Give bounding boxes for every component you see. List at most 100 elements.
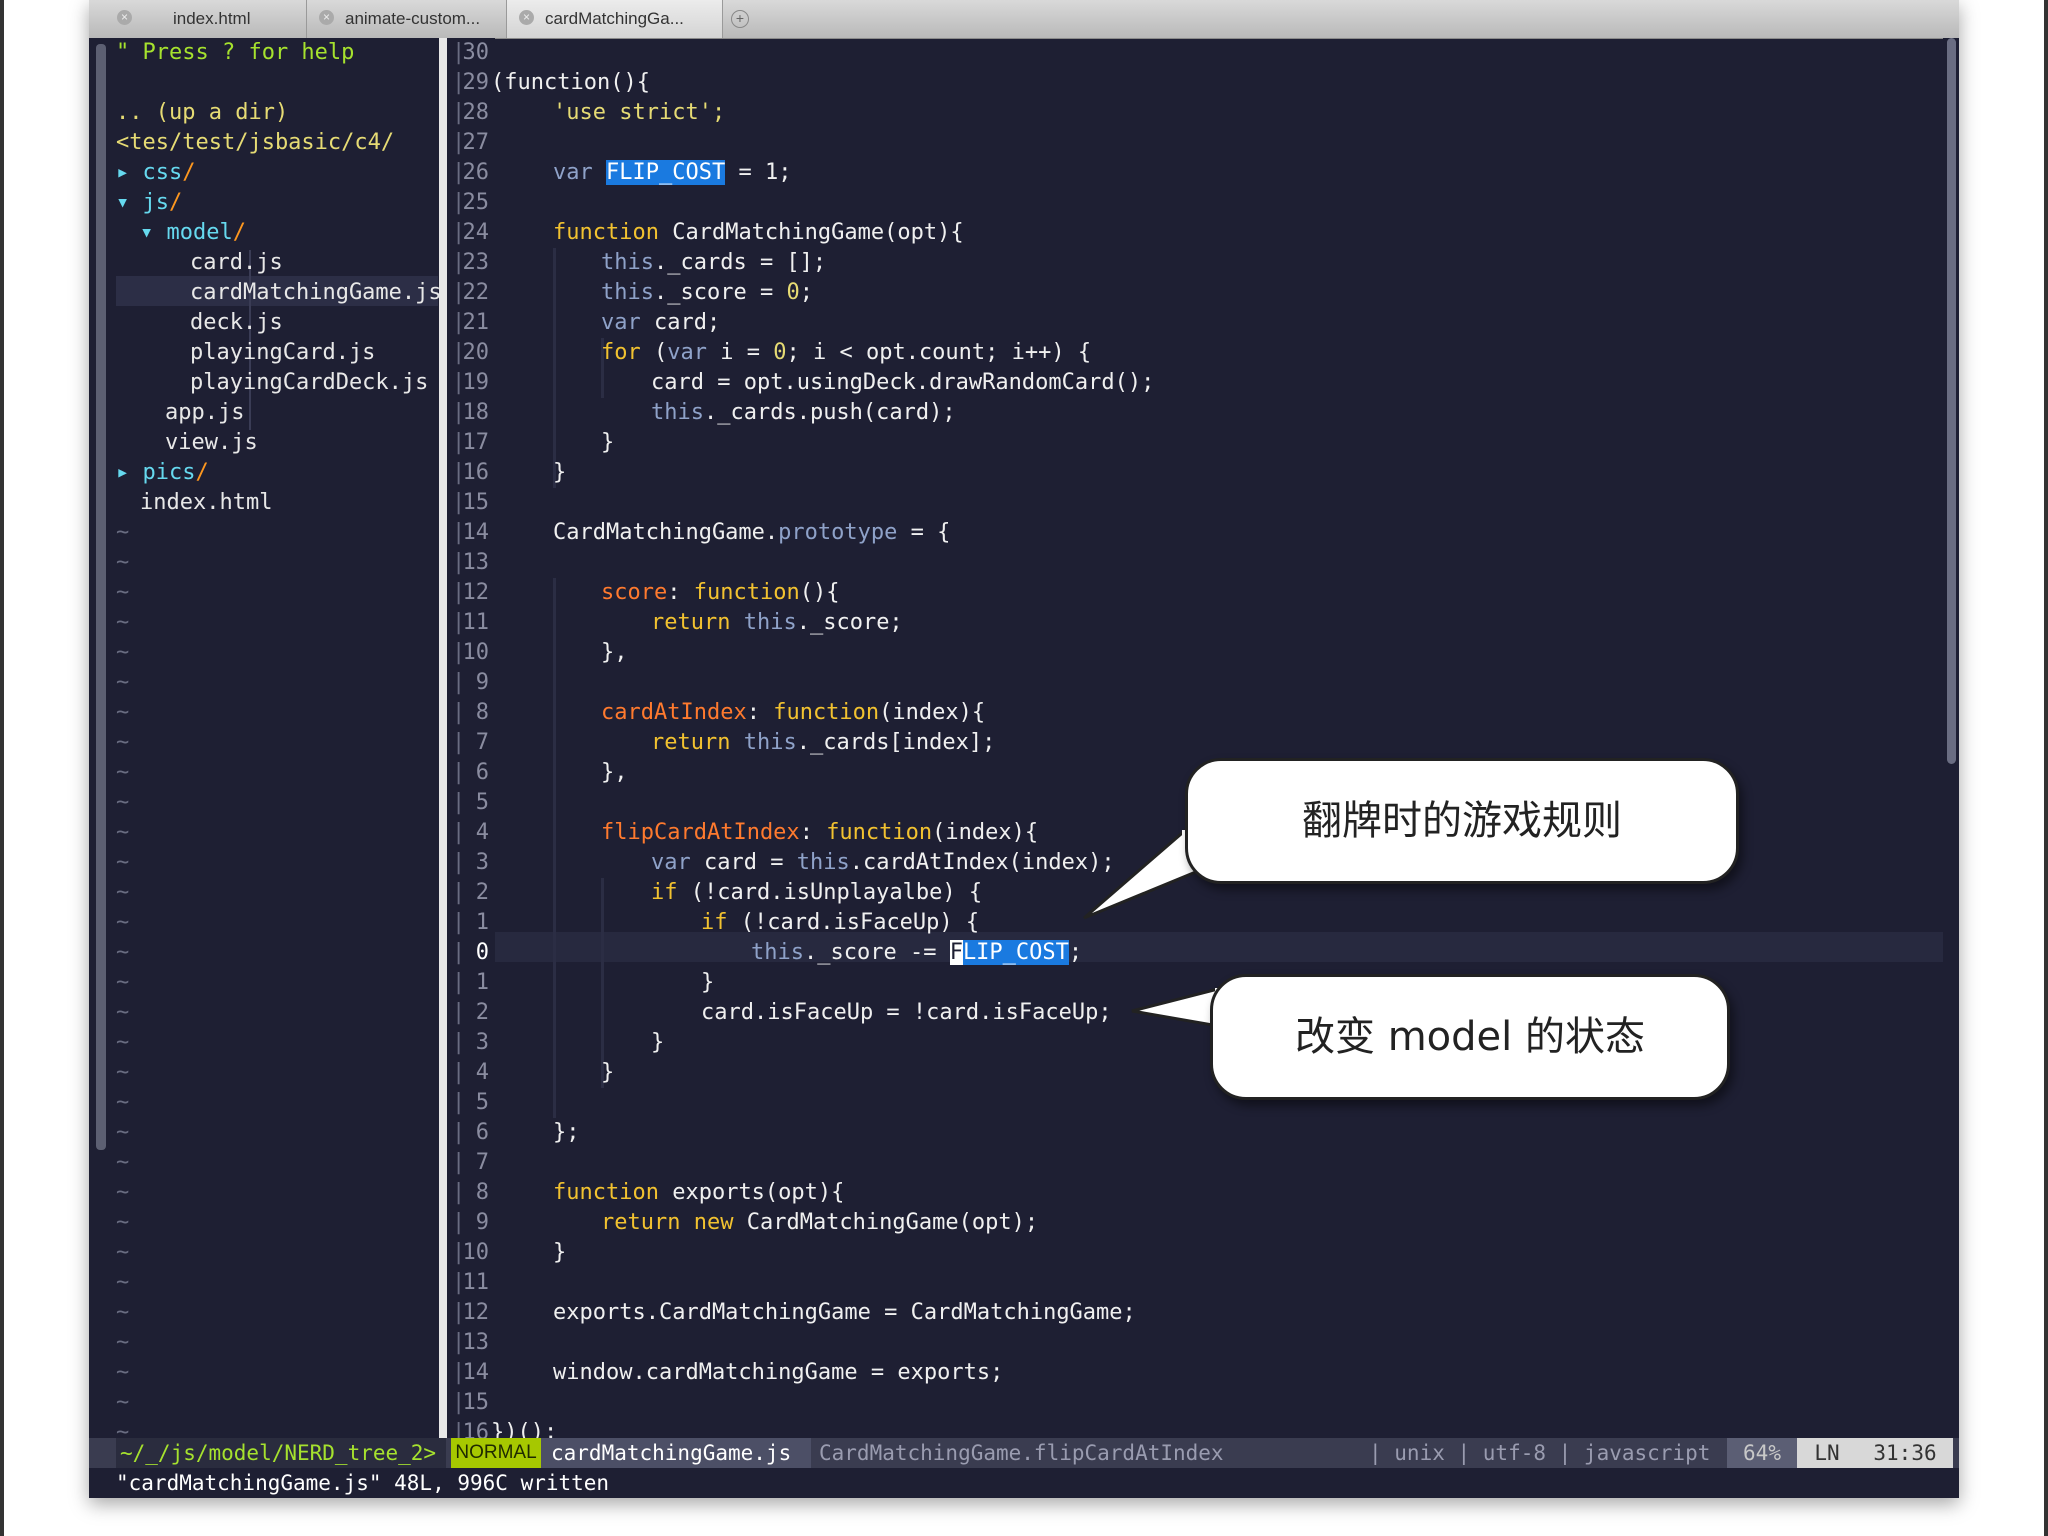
tab-card-matching-game[interactable]: × cardMatchingGa... <box>507 0 723 38</box>
gutter-bar: | <box>452 1120 466 1145</box>
line-number: | 12 <box>447 578 495 608</box>
code-line: return new CardMatchingGame(opt); <box>601 1210 1039 1235</box>
gutter-bar: | <box>452 1210 466 1235</box>
tree-file-app[interactable]: app.js <box>165 398 244 428</box>
code-line: var card = this.cardAtIndex(index); <box>651 850 1115 875</box>
empty-line-tilde: ~ <box>116 610 130 635</box>
code-line: var FLIP_COST = 1; <box>553 160 792 185</box>
tab-close-icon[interactable]: × <box>117 10 132 25</box>
empty-line-tilde: ~ <box>116 1030 130 1055</box>
code-line: this._cards = []; <box>601 250 827 275</box>
empty-line-tilde: ~ <box>116 850 130 875</box>
tree-file-index-html[interactable]: index.html <box>140 488 272 518</box>
line-number: | 25 <box>447 188 495 218</box>
code-line: CardMatchingGame.prototype = { <box>553 520 951 545</box>
line-number: | 4 <box>447 818 495 848</box>
indent-guide <box>601 878 604 1088</box>
line-number-value: 9 <box>475 670 489 695</box>
empty-line-tilde: ~ <box>116 670 130 695</box>
line-number-value: 1 <box>475 970 489 995</box>
tree-file-card-matching-game[interactable]: cardMatchingGame.js <box>190 278 442 308</box>
tab-index-html[interactable]: × index.html <box>89 0 307 38</box>
line-number: | 23 <box>447 248 495 278</box>
tab-label: animate-custom... <box>345 9 481 28</box>
status-cursor-position: 31:36 <box>1857 1438 1953 1468</box>
line-number-value: 23 <box>462 250 490 275</box>
folder-open-icon: ▾ <box>116 190 130 215</box>
gutter-bar: | <box>452 850 466 875</box>
code-line: window.cardMatchingGame = exports; <box>553 1360 1004 1385</box>
code-editor[interactable]: (function(){ 'use strict'; var FLIP_COST… <box>491 38 1945 1445</box>
editor-scrollbar[interactable] <box>1943 38 1959 1438</box>
line-number: | 26 <box>447 158 495 188</box>
line-number: | 11 <box>447 608 495 638</box>
tree-folder-pics[interactable]: ▸ pics/ <box>116 458 209 488</box>
code-line: exports.CardMatchingGame = CardMatchingG… <box>553 1300 1136 1325</box>
status-filename: cardMatchingGame.js <box>541 1438 811 1468</box>
status-ln-label: LN <box>1797 1438 1857 1468</box>
line-number: | 5 <box>447 788 495 818</box>
tree-file-playing-card[interactable]: playingCard.js <box>190 338 375 368</box>
line-number: | 13 <box>447 1328 495 1358</box>
code-line: this._cards.push(card); <box>651 400 956 425</box>
gutter-bar: | <box>452 820 466 845</box>
search-highlight: LIP_COST <box>962 940 1069 965</box>
line-number: | 2 <box>447 998 495 1028</box>
gutter-bar: | <box>452 1060 466 1085</box>
scrollbar-thumb[interactable] <box>1947 38 1956 764</box>
line-number: | 12 <box>447 1298 495 1328</box>
nerdtree-root-path: <tes/test/jsbasic/c4/ <box>116 130 395 155</box>
code-line: return this._cards[index]; <box>651 730 996 755</box>
line-number-value: 19 <box>462 370 490 395</box>
gutter-bar: | <box>452 1000 466 1025</box>
line-number: | 13 <box>447 548 495 578</box>
status-line: ~/_/js/model/NERD_tree_2> NORMAL cardMat… <box>89 1438 1959 1468</box>
window-split-bar[interactable] <box>439 38 447 1438</box>
sidebar-scrollbar[interactable] <box>96 44 106 1150</box>
tree-folder-js[interactable]: ▾ js/ <box>116 188 182 218</box>
tree-folder-css[interactable]: ▸ css/ <box>116 158 196 188</box>
tree-file-playing-card-deck[interactable]: playingCardDeck.js <box>190 368 428 398</box>
empty-line-tilde: ~ <box>116 760 130 785</box>
line-number: | 27 <box>447 128 495 158</box>
empty-line-tilde: ~ <box>116 1390 130 1415</box>
line-number: | 4 <box>447 1058 495 1088</box>
tree-file-card[interactable]: card.js <box>190 248 283 278</box>
tree-file-view[interactable]: view.js <box>165 428 258 458</box>
gutter-bar: | <box>452 1090 466 1115</box>
line-number: | 3 <box>447 1028 495 1058</box>
tree-folder-model[interactable]: ▾ model/ <box>140 218 246 248</box>
frame-left-edge <box>0 0 4 1536</box>
code-line: this._score = 0; <box>601 280 813 305</box>
code-line: card = opt.usingDeck.drawRandomCard(); <box>651 370 1155 395</box>
tab-close-icon[interactable]: × <box>519 10 534 25</box>
line-number: | 18 <box>447 398 495 428</box>
line-number-value: 22 <box>462 280 490 305</box>
line-number: | 14 <box>447 518 495 548</box>
line-number: | 15 <box>447 1388 495 1418</box>
new-tab-icon[interactable]: + <box>731 10 749 28</box>
status-mode-badge: NORMAL <box>451 1438 541 1468</box>
empty-line-tilde: ~ <box>116 550 130 575</box>
line-number-value: 2 <box>475 1000 489 1025</box>
line-number: | 28 <box>447 98 495 128</box>
gutter-bar: | <box>452 1150 466 1175</box>
line-number: | 15 <box>447 488 495 518</box>
tree-file-deck[interactable]: deck.js <box>190 308 283 338</box>
folder-closed-icon: ▸ <box>116 160 130 185</box>
code-line: } <box>553 1240 567 1265</box>
line-number: | 20 <box>447 338 495 368</box>
line-number: | 30 <box>447 38 495 68</box>
line-number-value: 7 <box>475 730 489 755</box>
tab-close-icon[interactable]: × <box>319 10 334 25</box>
indent-guide <box>553 818 556 1118</box>
empty-line-tilde: ~ <box>116 940 130 965</box>
code-line: cardAtIndex: function(index){ <box>601 700 986 725</box>
empty-line-tilde: ~ <box>116 1150 130 1175</box>
tab-animate-custom[interactable]: × animate-custom... <box>307 0 507 38</box>
line-number-value: 28 <box>462 100 490 125</box>
code-line: } <box>651 1030 665 1055</box>
relative-line-numbers: | 30 | 29 | 28 | 27 | 26 | 25 | 24 | 23 | 22 | 21 | 20 | 19 | 18 |… <box>447 38 495 1445</box>
gutter-bar: | <box>452 1180 466 1205</box>
nerdtree-up-dir[interactable]: .. (up a dir) <box>116 98 288 128</box>
